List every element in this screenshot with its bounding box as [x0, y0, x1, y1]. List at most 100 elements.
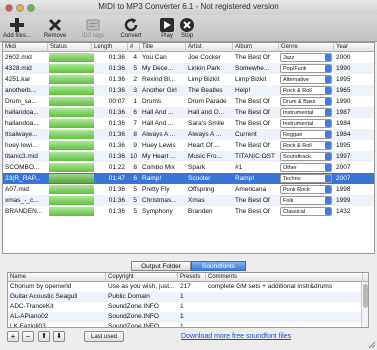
soundfont-column-name[interactable]: Name — [8, 273, 106, 282]
status-progress-bar — [49, 141, 94, 150]
genre-value: Instrumental — [283, 121, 314, 127]
last-used-button[interactable]: Last used — [84, 331, 124, 342]
cell-title: Pretty Fly — [142, 186, 170, 193]
table-row[interactable]: xmas_-_c... 01:36 5 Christmas... Xmas The Bes… — [3, 195, 374, 206]
move-up-button[interactable]: ⬆ — [38, 331, 50, 342]
table-row[interactable]: SCOMBO... 01:22 8 Combo Mix Spark #1 Other 2007 — [3, 162, 374, 173]
column-header-album[interactable]: Album — [233, 43, 279, 52]
genre-value: Techno — [283, 176, 301, 182]
add-files-button[interactable]: Add files... — [2, 16, 32, 39]
table-row[interactable]: hallandoa... 01:36 7 Hall And ... Sara's Smi… — [3, 118, 374, 129]
genre-select[interactable]: Other — [280, 163, 332, 172]
genre-select[interactable]: Soundtrack — [280, 152, 332, 161]
genre-select[interactable]: Techno — [280, 174, 332, 183]
table-row[interactable]: 2602.mid 01:36 4 You Can Joe Cocker The Best … — [3, 52, 374, 63]
table-row[interactable]: 4251.kar 01:36 2 Rexind Bl... Limp Bizkit Lim… — [3, 74, 374, 85]
table-row[interactable]: A07.mid 01:36 5 Pretty Fly Offspring American… — [3, 184, 374, 195]
stop-icon — [172, 16, 202, 33]
soundfont-cell-presets: 1 — [180, 293, 184, 300]
add-files-label: Add files... — [2, 33, 31, 39]
cell-album: The Best Of — [235, 208, 270, 215]
convert-button[interactable]: Convert — [116, 16, 146, 39]
move-down-button[interactable]: ⬇ — [53, 331, 65, 342]
genre-select[interactable]: Rock & Roll — [280, 86, 332, 95]
cell-album: Ramp! — [235, 175, 255, 182]
tab-bar: Output Folder Soundfonts — [0, 261, 377, 272]
status-progress-bar — [49, 108, 94, 117]
table-row[interactable]: 33(R_RAP... 01:47 6 Ramp! Scooter Ramp! Techno… — [3, 173, 374, 184]
cell-midi: 2602.mid — [5, 54, 32, 61]
soundfonts-scrollbar[interactable] — [361, 282, 368, 327]
table-row[interactable]: BRANDEN... 01:36 5 Symphony Branden The Best … — [3, 206, 374, 217]
genre-value: Soundtrack — [283, 154, 311, 160]
table-row[interactable]: hallandoa... 01:36 6 Hall And ... Hall and O… — [3, 107, 374, 118]
soundfont-row[interactable]: Guitar Acoustic Seagull Public Domain 1 — [8, 292, 368, 302]
cell-title: Huey Lewis — [142, 142, 176, 149]
genre-select[interactable]: Drum & Bass — [280, 97, 332, 106]
id3-tags-button[interactable]: ID3 tags — [78, 16, 108, 39]
genre-select[interactable]: Classical — [280, 207, 332, 216]
cell-length: 01:36 — [108, 153, 125, 160]
soundfont-row[interactable]: LK Fazioli03 SoundZone.INFO 1 — [8, 322, 368, 328]
table-row[interactable]: titanic3.mid 01:36 10 My Heart ... Music Fro… — [3, 151, 374, 162]
tab-soundfonts[interactable]: Soundfonts — [191, 261, 246, 271]
genre-select[interactable]: Rock & Roll — [280, 141, 332, 150]
chevron-down-icon — [325, 76, 331, 83]
soundfont-row[interactable]: AL-APiano02 SoundZone.INFO 1 — [8, 312, 368, 322]
add-soundfont-button[interactable]: + — [7, 331, 19, 342]
soundfont-column-comments[interactable]: Comments — [206, 273, 363, 282]
tab-output-folder[interactable]: Output Folder — [131, 261, 191, 271]
genre-select[interactable]: Punk Rock — [280, 185, 332, 194]
download-soundfonts-link[interactable]: Download more free soundfont files — [181, 333, 291, 340]
status-progress-bar — [49, 163, 94, 172]
genre-select[interactable]: Folk — [280, 196, 332, 205]
remove-button[interactable]: Remove — [40, 16, 70, 39]
soundfonts-table: Name Copyright Presets Comments Chorium by … — [7, 272, 369, 328]
scrollbar-thumb[interactable] — [363, 284, 368, 308]
status-progress-bar — [49, 130, 94, 139]
title-bar[interactable]: MIDI to MP3 Converter 6.1 - Not register… — [0, 0, 377, 15]
resize-grip-icon[interactable] — [368, 341, 376, 349]
genre-select[interactable]: Instrumental — [280, 119, 332, 128]
cell-length: 01:36 — [108, 142, 125, 149]
column-header-title[interactable]: Title — [140, 43, 186, 52]
soundfont-row[interactable]: Chorium by openwrld Use as you wish, just… — [8, 282, 368, 292]
stop-label: Stop — [180, 33, 194, 39]
genre-select[interactable]: Jazz — [280, 53, 332, 62]
column-header-artist[interactable]: Artist — [186, 43, 233, 52]
column-header-status[interactable]: Status — [48, 43, 92, 52]
cell-length: 01:36 — [108, 186, 125, 193]
column-header-year[interactable]: Year — [334, 43, 374, 52]
genre-select[interactable]: Reggae — [280, 130, 332, 139]
remove-soundfont-button[interactable]: − — [22, 331, 34, 342]
genre-select[interactable]: Instrumental — [280, 108, 332, 117]
column-header-genre[interactable]: Genre — [279, 43, 334, 52]
soundfont-cell-name: LK Fazioli03 — [10, 323, 46, 328]
soundfont-column-copyright[interactable]: Copyright — [106, 273, 178, 282]
cell-artist: Xmas — [188, 197, 205, 204]
table-row[interactable]: Itsalwaye... 01:36 8 Always A ... Always A .… — [3, 129, 374, 140]
cell-num: 8 — [133, 131, 137, 138]
genre-select[interactable]: Pop/Funk — [280, 64, 332, 73]
stop-button[interactable]: Stop — [172, 16, 202, 39]
cell-length: 01:36 — [108, 76, 125, 83]
soundfont-row[interactable]: ADC-TranceKit SoundZone.INFO 1 — [8, 302, 368, 312]
cell-year: 2007 — [336, 164, 351, 171]
table-row[interactable]: huey lewi... 01:36 9 Huey Lewis Heart Of ...… — [3, 140, 374, 151]
table-row[interactable]: 4328.mid 01:36 5 My Dece... Linkin Park Somew… — [3, 63, 374, 74]
cell-title: My Dece... — [142, 65, 174, 72]
status-progress-bar — [49, 86, 94, 95]
plus-icon — [2, 16, 32, 33]
genre-select[interactable]: Alternative — [280, 75, 332, 84]
column-header-midi[interactable]: Midi — [3, 43, 48, 52]
cell-artist: Hall and O... — [188, 109, 225, 116]
cell-length: 01:36 — [108, 197, 125, 204]
table-row[interactable]: anotherb... 01:36 3 Another Girl The Beatles… — [3, 85, 374, 96]
soundfont-column-presets[interactable]: Presets — [178, 273, 206, 282]
column-header-num[interactable]: # — [128, 43, 140, 52]
cell-num: 5 — [133, 186, 137, 193]
convert-label: Convert — [120, 33, 142, 39]
cell-year: 1999 — [336, 197, 351, 204]
table-row[interactable]: Drum_sa... 00:07 1 Drums Drum Parade The Best… — [3, 96, 374, 107]
column-header-length[interactable]: Length — [92, 43, 128, 52]
